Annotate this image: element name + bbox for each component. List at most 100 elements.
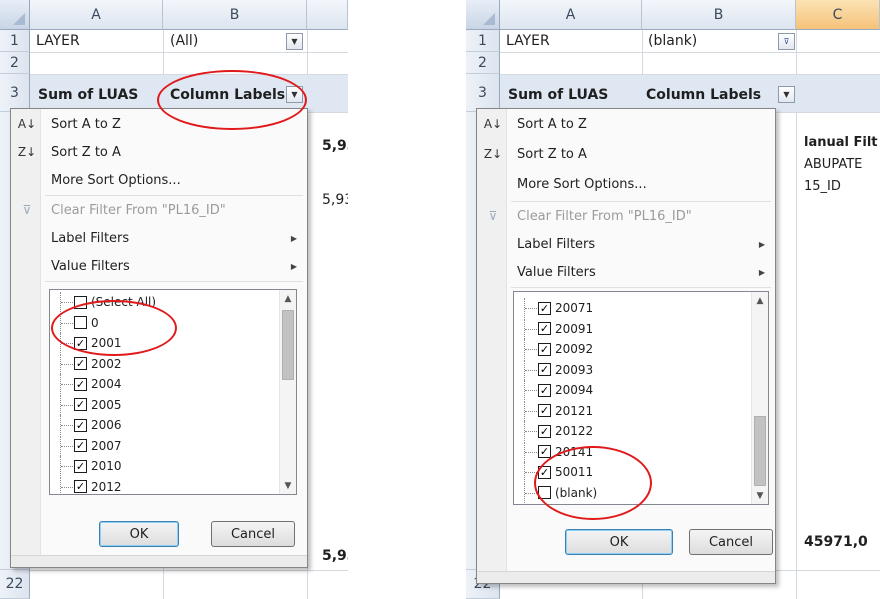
ok-button[interactable]: OK	[99, 521, 179, 547]
select-all-corner[interactable]	[0, 0, 30, 30]
filter-list-item[interactable]: ✓ 20091	[514, 318, 734, 339]
filter-label-cell[interactable]: LAYER	[502, 30, 550, 52]
column-header-c[interactable]: C	[796, 0, 880, 30]
scroll-thumb[interactable]	[754, 416, 766, 486]
checked-checkbox-icon[interactable]: ✓	[74, 480, 87, 493]
sort-a-to-z[interactable]: A↓ Sort A to Z	[11, 111, 307, 137]
more-sort-options[interactable]: More Sort Options...	[477, 171, 775, 197]
checked-checkbox-icon[interactable]: ✓	[74, 336, 87, 350]
pivot-value-header[interactable]: Sum of LUAS	[34, 82, 138, 108]
checked-checkbox-icon[interactable]: ✓	[538, 424, 551, 438]
filter-value-list[interactable]: (Select All) 0 ✓ 2001 ✓ 2002 ✓ 2004 ✓ 2005 ✓ 2006 ✓ 2…	[49, 289, 297, 495]
unchecked-checkbox-icon[interactable]	[538, 486, 551, 499]
checked-checkbox-icon[interactable]: ✓	[538, 342, 551, 356]
value-filters[interactable]: Value Filters ▶	[11, 253, 307, 279]
checked-checkbox-icon[interactable]: ✓	[538, 383, 551, 397]
filter-value-cell[interactable]: (blank)	[644, 30, 697, 52]
row-header-1[interactable]: 1	[0, 30, 30, 52]
filter-list-item[interactable]: ✓ 20121	[514, 400, 734, 421]
filter-list-item[interactable]: ✓ 2007	[50, 435, 270, 456]
filter-list-item[interactable]: ✓ 2002	[50, 353, 270, 374]
row-header-2[interactable]: 2	[466, 52, 500, 74]
row-header-2[interactable]: 2	[0, 52, 30, 74]
label-filters[interactable]: Label Filters ▶	[11, 225, 307, 251]
row-header-1[interactable]: 1	[466, 30, 500, 52]
filter-list-item[interactable]: (blank)	[514, 482, 734, 503]
column-header-a[interactable]: A	[30, 0, 163, 30]
filter-list-item[interactable]: ✓ 2010	[50, 456, 270, 476]
more-sort-options[interactable]: More Sort Options...	[11, 167, 307, 193]
filter-value-cell[interactable]: (All)	[166, 30, 198, 52]
filter-list-item[interactable]: ✓ 2004	[50, 374, 270, 394]
checked-checkbox-icon[interactable]: ✓	[538, 404, 551, 417]
filter-label-cell[interactable]: LAYER	[32, 30, 80, 52]
row-header-22[interactable]: 22	[0, 570, 30, 599]
filter-list-item[interactable]: ✓ 2012	[50, 476, 270, 494]
column-header-c[interactable]	[307, 0, 348, 30]
pivot-column-labels-header[interactable]: Column Labels	[642, 82, 761, 108]
scroll-up-icon[interactable]: ▲	[280, 290, 296, 307]
cancel-button[interactable]: Cancel	[211, 521, 295, 547]
column-labels-dropdown-button[interactable]: ▼	[286, 86, 303, 103]
label-filters[interactable]: Label Filters ▶	[477, 231, 775, 257]
checked-checkbox-icon[interactable]: ✓	[74, 459, 87, 473]
filter-list-item[interactable]: ✓ 20141	[514, 441, 734, 462]
sort-z-to-a[interactable]: Z↓ Sort Z to A	[11, 139, 307, 165]
scroll-down-icon[interactable]: ▼	[752, 487, 768, 504]
value-filters[interactable]: Value Filters ▶	[477, 259, 775, 285]
pivot-column-labels-header[interactable]: Column Labels	[166, 82, 285, 108]
row-header-3[interactable]: 3	[466, 74, 500, 112]
menu-resize-grip[interactable]	[11, 555, 307, 567]
checked-checkbox-icon[interactable]: ✓	[74, 357, 87, 370]
clear-filter[interactable]: ⊽ Clear Filter From "PL16_ID"	[11, 197, 307, 223]
column-header-b[interactable]: B	[163, 0, 307, 30]
filter-list-item[interactable]: ✓ 20092	[514, 339, 734, 359]
filter-list-item[interactable]: ✓ 20093	[514, 359, 734, 380]
list-scrollbar[interactable]: ▲ ▼	[751, 292, 768, 504]
side-value-1: 5,932	[322, 138, 348, 154]
checked-checkbox-icon[interactable]: ✓	[538, 465, 551, 479]
scroll-down-icon[interactable]: ▼	[280, 477, 296, 494]
filter-list-item[interactable]: ✓ 20122	[514, 421, 734, 441]
filter-list-item[interactable]: ✓ 2006	[50, 415, 270, 435]
unchecked-checkbox-icon[interactable]	[74, 316, 87, 329]
filter-list-item[interactable]: ✓ 20094	[514, 380, 734, 400]
pivot-value-header[interactable]: Sum of LUAS	[504, 82, 608, 108]
checked-checkbox-icon[interactable]: ✓	[538, 363, 551, 376]
filter-list-item[interactable]: ✓ 2005	[50, 394, 270, 415]
select-all-corner[interactable]	[466, 0, 500, 30]
filter-list-item[interactable]: ✓ 50011	[514, 462, 734, 482]
tree-connector	[60, 292, 74, 312]
column-header-a[interactable]: A	[500, 0, 642, 30]
scroll-thumb[interactable]	[282, 310, 294, 380]
filter-value-list[interactable]: ✓ 20071 ✓ 20091 ✓ 20092 ✓ 20093 ✓ 20094 ✓ 20121 ✓ 201…	[513, 291, 769, 505]
sort-a-to-z[interactable]: A↓ Sort A to Z	[477, 111, 775, 137]
sort-z-to-a[interactable]: Z↓ Sort Z to A	[477, 141, 775, 167]
column-header-b[interactable]: B	[642, 0, 796, 30]
checked-checkbox-icon[interactable]: ✓	[538, 322, 551, 335]
clear-filter-icon: ⊽	[22, 203, 32, 217]
checked-checkbox-icon[interactable]: ✓	[538, 445, 551, 458]
unchecked-checkbox-icon[interactable]	[74, 295, 87, 309]
row-header-3[interactable]: 3	[0, 74, 30, 112]
filter-list-item[interactable]: (Select All)	[50, 292, 270, 312]
tree-connector	[524, 462, 538, 482]
filter-list-item[interactable]: ✓ 2001	[50, 333, 270, 353]
clear-filter[interactable]: ⊽ Clear Filter From "PL16_ID"	[477, 203, 775, 229]
filter-list-item[interactable]: 0	[50, 312, 270, 333]
cancel-button[interactable]: Cancel	[689, 529, 773, 555]
checked-checkbox-icon[interactable]: ✓	[74, 398, 87, 411]
column-labels-dropdown-button[interactable]: ▼	[778, 86, 795, 103]
checked-checkbox-icon[interactable]: ✓	[74, 418, 87, 432]
checked-checkbox-icon[interactable]: ✓	[538, 301, 551, 315]
filter-list-item[interactable]: ✓ 20071	[514, 298, 734, 318]
menu-resize-grip[interactable]	[477, 571, 775, 583]
list-scrollbar[interactable]: ▲ ▼	[279, 290, 296, 494]
checked-checkbox-icon[interactable]: ✓	[74, 377, 87, 391]
ok-button[interactable]: OK	[565, 529, 673, 555]
scroll-up-icon[interactable]: ▲	[752, 292, 768, 309]
filter-applied-dropdown-button[interactable]: ⊽	[778, 33, 795, 50]
filter-dropdown-button[interactable]: ▼	[286, 33, 303, 50]
checked-checkbox-icon[interactable]: ✓	[74, 439, 87, 452]
filter-list-item-label: (blank)	[555, 485, 598, 500]
